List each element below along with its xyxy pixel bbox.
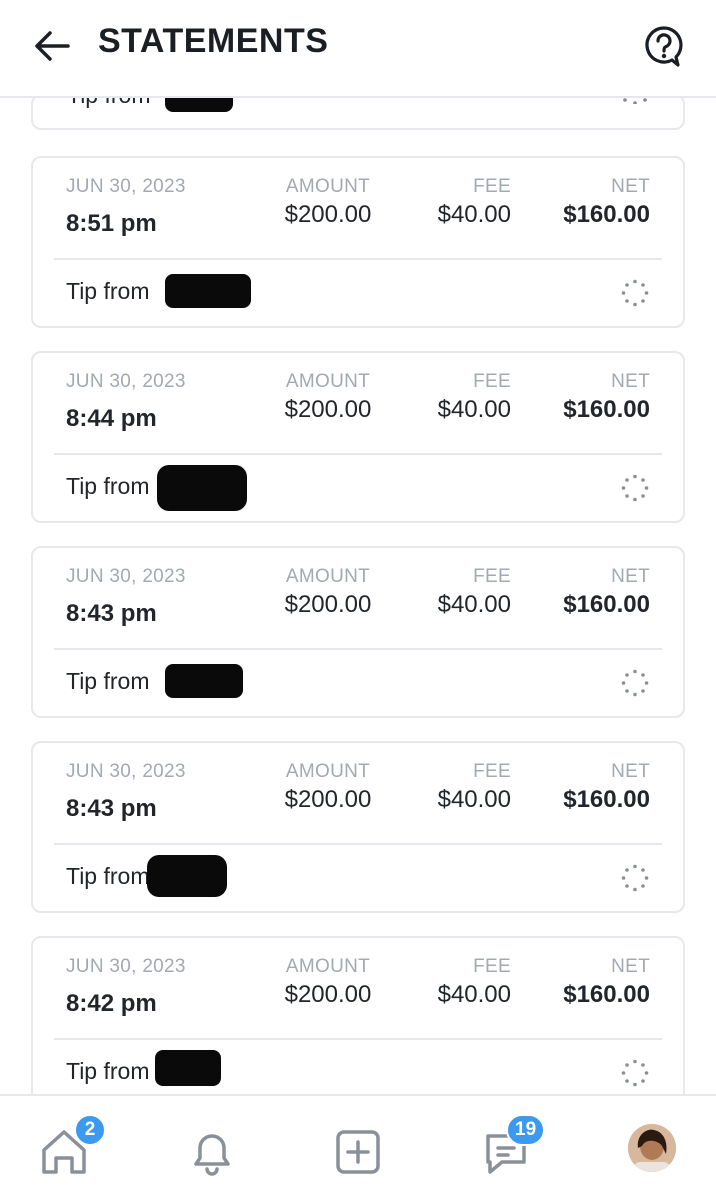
fee-value: $40.00 — [437, 786, 511, 813]
redacted-name — [147, 855, 227, 897]
fee-label: FEE — [473, 761, 511, 782]
net-value: $160.00 — [563, 981, 650, 1008]
amount-value: $200.00 — [284, 786, 372, 813]
amount-label: AMOUNT — [285, 566, 371, 587]
loading-spinner-icon — [621, 474, 649, 502]
nav-create[interactable] — [330, 1124, 386, 1180]
tip-label: Tip from — [67, 98, 151, 109]
net-label: NET — [611, 371, 650, 392]
fee-value: $40.00 — [437, 396, 511, 423]
fee-value: $40.00 — [437, 201, 511, 228]
help-icon — [645, 26, 683, 67]
bell-icon — [194, 1134, 230, 1176]
divider — [54, 453, 662, 455]
loading-spinner-icon — [621, 864, 649, 892]
statement-time: 8:44 pm — [66, 405, 157, 432]
home-badge: 2 — [74, 1114, 106, 1146]
redacted-name — [155, 1050, 221, 1086]
net-value: $160.00 — [563, 201, 650, 228]
help-button[interactable] — [642, 24, 686, 68]
amount-value: $200.00 — [284, 396, 372, 423]
net-value: $160.00 — [563, 786, 650, 813]
statements-screen: STATEMENTS Tip from JUN 30, 2023 8:51 pm… — [0, 0, 716, 1200]
amount-label: AMOUNT — [285, 371, 371, 392]
divider — [54, 648, 662, 650]
statement-card[interactable]: JUN 30, 2023 8:43 pm AMOUNT $200.00 FEE … — [31, 741, 685, 913]
redacted-name — [165, 664, 243, 698]
fee-value: $40.00 — [437, 981, 511, 1008]
nav-notifications[interactable] — [184, 1124, 240, 1180]
amount-label: AMOUNT — [285, 956, 371, 977]
nav-messages[interactable]: 19 — [478, 1114, 546, 1180]
statement-date: JUN 30, 2023 — [66, 566, 186, 587]
statement-date: JUN 30, 2023 — [66, 956, 186, 977]
net-label: NET — [611, 566, 650, 587]
statement-card[interactable]: JUN 30, 2023 8:42 pm AMOUNT $200.00 FEE … — [31, 936, 685, 1094]
statement-card[interactable]: JUN 30, 2023 8:44 pm AMOUNT $200.00 FEE … — [31, 351, 685, 523]
statement-card[interactable]: JUN 30, 2023 8:43 pm AMOUNT $200.00 FEE … — [31, 546, 685, 718]
back-button[interactable] — [28, 24, 76, 68]
redacted-name — [165, 98, 233, 112]
net-value: $160.00 — [563, 396, 650, 423]
tip-label: Tip from — [66, 863, 150, 889]
statement-time: 8:43 pm — [66, 600, 157, 627]
amount-label: AMOUNT — [285, 761, 371, 782]
loading-spinner-icon — [621, 1059, 649, 1087]
net-label: NET — [611, 761, 650, 782]
divider — [54, 258, 662, 260]
arrow-left-icon — [35, 31, 70, 61]
fee-label: FEE — [473, 176, 511, 197]
fee-value: $40.00 — [437, 591, 511, 618]
amount-value: $200.00 — [284, 201, 372, 228]
loading-spinner-icon — [623, 98, 647, 104]
top-bar: STATEMENTS — [0, 0, 716, 98]
amount-value: $200.00 — [284, 591, 372, 618]
fee-label: FEE — [473, 566, 511, 587]
statement-date: JUN 30, 2023 — [66, 761, 186, 782]
net-value: $160.00 — [563, 591, 650, 618]
tip-label: Tip from — [66, 1058, 150, 1084]
tip-label: Tip from — [66, 473, 150, 499]
loading-spinner-icon — [621, 279, 649, 307]
fee-label: FEE — [473, 956, 511, 977]
amount-label: AMOUNT — [285, 176, 371, 197]
messages-badge: 19 — [506, 1114, 546, 1146]
statement-time: 8:43 pm — [66, 795, 157, 822]
page-title: STATEMENTS — [98, 22, 329, 60]
redacted-name — [165, 274, 251, 308]
divider — [54, 843, 662, 845]
bottom-nav: 2 19 — [0, 1094, 716, 1200]
statement-list[interactable]: Tip from JUN 30, 2023 8:51 pm AMOUNT $20… — [0, 98, 716, 1094]
fee-label: FEE — [473, 371, 511, 392]
statement-card-partial[interactable]: Tip from — [31, 98, 685, 130]
redacted-name — [157, 465, 247, 511]
net-label: NET — [611, 956, 650, 977]
statement-date: JUN 30, 2023 — [66, 371, 186, 392]
tip-label: Tip from — [66, 668, 150, 694]
divider — [54, 1038, 662, 1040]
statement-time: 8:42 pm — [66, 990, 157, 1017]
amount-value: $200.00 — [284, 981, 372, 1008]
plus-square-icon — [336, 1130, 380, 1174]
net-label: NET — [611, 176, 650, 197]
statement-time: 8:51 pm — [66, 210, 157, 237]
nav-home[interactable]: 2 — [36, 1114, 106, 1180]
avatar-image — [628, 1124, 676, 1172]
tip-label: Tip from — [66, 278, 150, 304]
statement-card[interactable]: JUN 30, 2023 8:51 pm AMOUNT $200.00 FEE … — [31, 156, 685, 328]
avatar[interactable] — [628, 1124, 676, 1172]
statement-date: JUN 30, 2023 — [66, 176, 186, 197]
loading-spinner-icon — [621, 669, 649, 697]
